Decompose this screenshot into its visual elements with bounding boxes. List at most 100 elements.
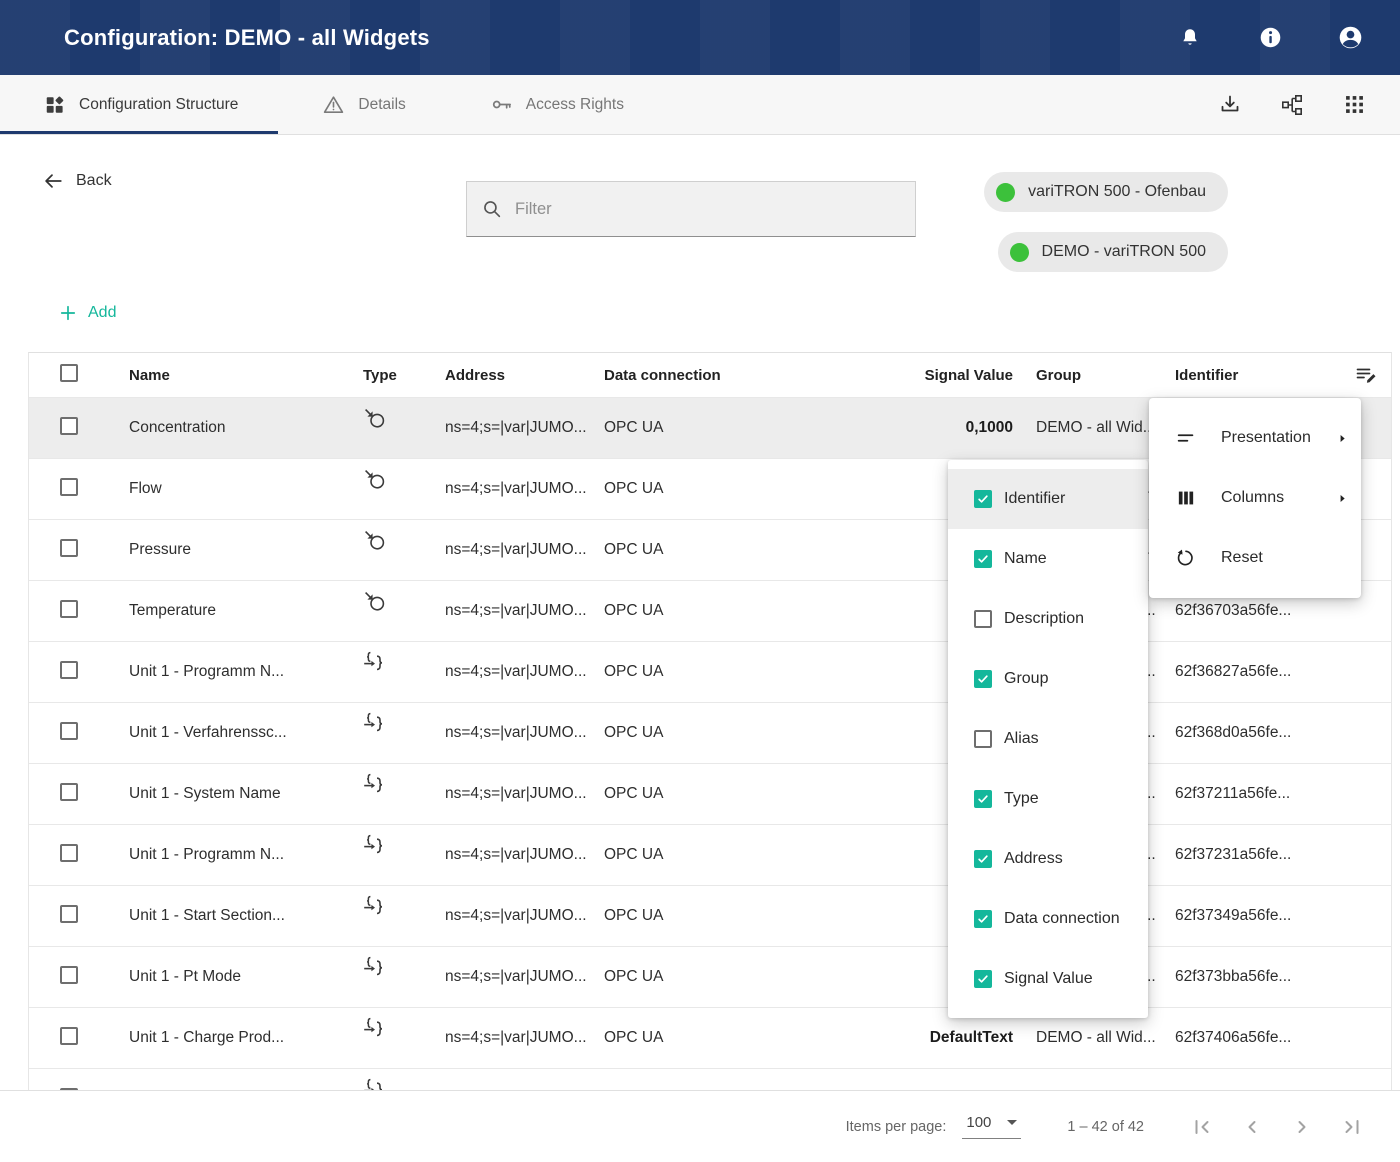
checkbox-icon[interactable] (974, 910, 992, 928)
menu-item-reset[interactable]: Reset (1149, 528, 1361, 588)
cell-type (349, 581, 445, 614)
tab-configuration-structure[interactable]: Configuration Structure (0, 75, 278, 134)
add-button[interactable]: Add (58, 303, 116, 323)
column-toggle-signal-value[interactable]: Signal Value (948, 949, 1148, 1009)
row-checkbox[interactable] (60, 417, 78, 435)
row-checkbox[interactable] (60, 722, 78, 740)
notifications-button[interactable] (1176, 24, 1204, 52)
hierarchy-button[interactable] (1279, 92, 1305, 118)
device-chip-demo[interactable]: DEMO - variTRON 500 (998, 232, 1228, 272)
column-toggle-address[interactable]: Address (948, 829, 1148, 889)
row-checkbox[interactable] (60, 600, 78, 618)
items-per-page-label: Items per page: (846, 1119, 947, 1135)
row-checkbox[interactable] (60, 844, 78, 862)
account-button[interactable] (1336, 24, 1364, 52)
column-toggle-label: Signal Value (1004, 970, 1093, 988)
back-arrow-icon (42, 170, 64, 192)
checkbox-icon[interactable] (974, 730, 992, 748)
chip-label: DEMO - variTRON 500 (1042, 243, 1206, 261)
items-per-page-value: 100 (966, 1114, 991, 1131)
menu-item-label: Reset (1221, 549, 1263, 567)
table-row[interactable]: Unit 1 - System Name ns=4;s=|var|JUMO...… (29, 764, 1391, 825)
row-checkbox[interactable] (60, 966, 78, 984)
cell-name: Unit 1 - Programm N... (129, 846, 349, 864)
page-range-label: 1 – 42 of 42 (1067, 1119, 1144, 1135)
tab-details[interactable]: Details (278, 75, 445, 134)
device-chip-ofenbau[interactable]: variTRON 500 - Ofenbau (984, 172, 1228, 212)
filter-field[interactable] (466, 181, 916, 237)
cell-address: ns=4;s=|var|JUMO... (445, 541, 604, 559)
checkbox-icon[interactable] (974, 970, 992, 988)
cell-type (349, 703, 445, 736)
checkbox-icon[interactable] (974, 610, 992, 628)
checkbox-icon[interactable] (974, 670, 992, 688)
table-row[interactable]: Unit 1 - Pt Mode ns=4;s=|var|JUMO... OPC… (29, 947, 1391, 1008)
row-checkbox[interactable] (60, 905, 78, 923)
cell-data-connection: OPC UA (604, 480, 824, 498)
cell-data-connection: OPC UA (604, 785, 824, 803)
table-header-row: Name Type Address Data connection Signal… (29, 353, 1391, 398)
col-header-data-connection: Data connection (604, 367, 824, 384)
info-button[interactable] (1256, 24, 1284, 52)
table-row[interactable] (29, 1069, 1391, 1090)
cell-signal-value: 0,1000 (824, 419, 1013, 437)
arrow-into-circle-icon (363, 529, 387, 553)
chevron-left-icon (1240, 1115, 1264, 1139)
back-button[interactable]: Back (42, 170, 112, 192)
next-page-button[interactable] (1290, 1115, 1314, 1139)
column-toggle-group[interactable]: Group (948, 649, 1148, 709)
row-checkbox[interactable] (60, 661, 78, 679)
cell-name: Unit 1 - Pt Mode (129, 968, 349, 986)
checkbox-icon[interactable] (974, 490, 992, 508)
table-row[interactable]: Unit 1 - Start Section... ns=4;s=|var|JU… (29, 886, 1391, 947)
menu-item-presentation[interactable]: Presentation (1149, 408, 1361, 468)
checkbox-icon[interactable] (974, 550, 992, 568)
table-row[interactable]: Unit 1 - Programm N... ns=4;s=|var|JUMO.… (29, 642, 1391, 703)
submenu-chevron-icon (1336, 432, 1349, 445)
column-toggle-identifier[interactable]: Identifier (948, 469, 1148, 529)
arrow-into-braces-icon (363, 773, 387, 797)
column-toggle-name[interactable]: Name (948, 529, 1148, 589)
previous-page-button[interactable] (1240, 1115, 1264, 1139)
cell-type (349, 642, 445, 675)
first-page-button[interactable] (1190, 1115, 1214, 1139)
row-checkbox[interactable] (60, 539, 78, 557)
table-options-menu: Presentation Columns Reset (1149, 398, 1361, 598)
apps-menu-button[interactable] (1341, 92, 1367, 118)
column-toggle-description[interactable]: Description (948, 589, 1148, 649)
arrow-into-braces-icon (363, 956, 387, 980)
cell-identifier: 62f36827a56fe... (1175, 663, 1341, 681)
dropdown-caret-icon (1007, 1120, 1017, 1125)
app-header: Configuration: DEMO - all Widgets (0, 0, 1400, 75)
column-toggle-alias[interactable]: Alias (948, 709, 1148, 769)
cell-address: ns=4;s=|var|JUMO... (445, 663, 604, 681)
row-checkbox[interactable] (60, 1027, 78, 1045)
column-toggle-data-connection[interactable]: Data connection (948, 889, 1148, 949)
col-header-type: Type (349, 367, 445, 384)
last-page-button[interactable] (1340, 1115, 1364, 1139)
checkbox-icon[interactable] (974, 790, 992, 808)
cell-address: ns=4;s=|var|JUMO... (445, 846, 604, 864)
table-row[interactable]: Unit 1 - Verfahrenssc... ns=4;s=|var|JUM… (29, 703, 1391, 764)
download-icon (1218, 93, 1242, 117)
status-dot-icon (996, 183, 1015, 202)
tab-access-rights[interactable]: Access Rights (446, 75, 664, 134)
cell-type (349, 825, 445, 858)
checkbox-icon[interactable] (974, 850, 992, 868)
arrow-into-circle-icon (363, 407, 387, 431)
row-checkbox[interactable] (60, 783, 78, 801)
edit-columns-icon[interactable] (1354, 363, 1378, 387)
arrow-into-braces-icon (363, 1078, 387, 1090)
select-all-checkbox[interactable] (60, 364, 78, 382)
download-button[interactable] (1217, 92, 1243, 118)
table-row[interactable]: Unit 1 - Programm N... ns=4;s=|var|JUMO.… (29, 825, 1391, 886)
account-icon (1337, 24, 1364, 51)
menu-item-columns[interactable]: Columns (1149, 468, 1361, 528)
cell-type (349, 886, 445, 919)
column-toggle-type[interactable]: Type (948, 769, 1148, 829)
filter-input[interactable] (515, 200, 901, 219)
table-row[interactable]: Unit 1 - Charge Prod... ns=4;s=|var|JUMO… (29, 1008, 1391, 1069)
chevron-right-icon (1290, 1115, 1314, 1139)
row-checkbox[interactable] (60, 478, 78, 496)
items-per-page-select[interactable]: 100 (962, 1114, 1021, 1139)
